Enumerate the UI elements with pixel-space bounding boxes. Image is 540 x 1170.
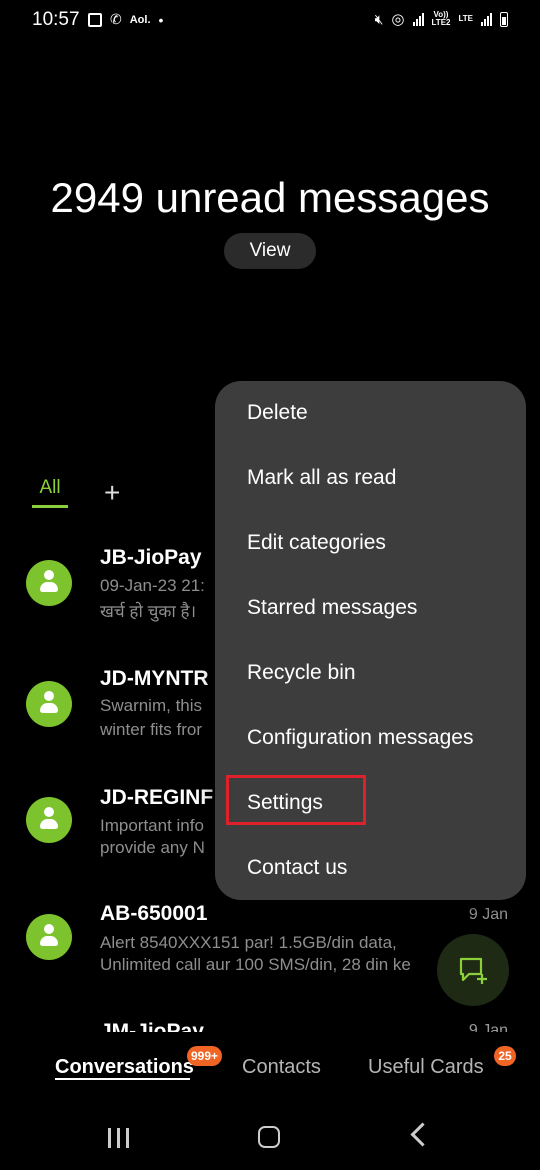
conversation-date: 9 Jan [468, 906, 508, 923]
avatar [26, 797, 72, 843]
add-category-button[interactable]: + [104, 478, 120, 506]
signal-icon-2 [481, 12, 492, 26]
conversation-preview-line2: Unlimited call aur 100 SMS/din, 28 din k… [100, 955, 411, 974]
tab-useful-cards[interactable]: Useful Cards [368, 1056, 484, 1079]
recent-apps-icon[interactable] [108, 1128, 129, 1148]
missed-call-icon: ✆ [110, 11, 122, 27]
lte-label: LTE [458, 14, 473, 23]
tab-conversations[interactable]: Conversations [55, 1056, 194, 1079]
battery-icon [500, 11, 508, 27]
menu-item-contact-us[interactable]: Contact us [247, 856, 347, 880]
dot-icon: • [158, 11, 164, 28]
avatar [26, 560, 72, 606]
menu-item-delete[interactable]: Delete [247, 401, 308, 425]
useful-cards-badge: 25 [494, 1046, 516, 1066]
avatar [26, 681, 72, 727]
status-bar: 10:57 ✆ Aol. • 🔇︎ ◎ Vo)) LTE2 LTE [0, 0, 540, 42]
tab-contacts[interactable]: Contacts [242, 1056, 321, 1079]
signal-icon [412, 12, 424, 26]
conversation-sender: JB-JioPay [100, 546, 202, 569]
conversation-preview-line1: Swarnim, this [100, 696, 203, 715]
volte-label: Vo)) LTE2 [431, 10, 451, 27]
menu-item-starred-messages[interactable]: Starred messages [247, 596, 417, 620]
menu-item-mark-all-read[interactable]: Mark all as read [247, 466, 396, 490]
conversation-preview-line2: खर्च हो चुका है। [100, 602, 197, 621]
bottom-tab-bar: Conversations 999+ Contacts Useful Cards… [0, 1046, 540, 1092]
home-icon[interactable] [258, 1126, 280, 1148]
unread-count-title: 2949 unread messages [50, 174, 490, 221]
carrier-text: Aol. [129, 13, 151, 26]
status-system-icons: 🔇︎ ◎ Vo)) LTE2 LTE [375, 10, 508, 28]
menu-item-configuration-messages[interactable]: Configuration messages [247, 726, 473, 750]
conversation-preview-line1: Important info [100, 816, 204, 835]
settings-highlight-box [226, 775, 366, 825]
conversation-sender: JM-JioPay [100, 1020, 204, 1032]
conversation-sender: JD-REGINF [100, 786, 214, 809]
conversation-preview-line2: provide any N [100, 838, 205, 857]
view-button[interactable]: View [224, 233, 316, 269]
system-navigation-bar [0, 1108, 540, 1170]
conversation-preview-line1: Alert 8540XXX151 par! 1.5GB/din data, [100, 933, 397, 952]
menu-item-recycle-bin[interactable]: Recycle bin [247, 661, 356, 685]
conversation-sender: AB-650001 [100, 902, 208, 925]
avatar [26, 914, 72, 960]
gallery-icon [88, 12, 102, 27]
compose-icon [459, 957, 487, 984]
menu-item-edit-categories[interactable]: Edit categories [247, 531, 386, 555]
tab-all[interactable]: All [32, 477, 68, 508]
status-time: 10:57 [32, 9, 80, 30]
mute-icon: 🔇︎ [374, 10, 384, 27]
conversation-sender: JD-MYNTR [100, 667, 209, 690]
conversation-preview-line1: 09-Jan-23 21: [100, 576, 205, 595]
conversation-preview-line2: winter fits fror [100, 720, 203, 739]
hotspot-icon: ◎ [391, 11, 405, 28]
category-tabs: All + [32, 477, 120, 508]
status-notification-icons: ✆ Aol. • [88, 11, 163, 28]
new-message-button[interactable] [437, 934, 509, 1006]
back-icon[interactable] [410, 1122, 435, 1147]
conversation-item[interactable]: JM-JioPay 9 Jan [0, 1012, 540, 1032]
active-tab-indicator [55, 1078, 190, 1080]
conversation-date: 9 Jan [468, 1022, 508, 1032]
conversations-badge: 999+ [187, 1046, 223, 1066]
